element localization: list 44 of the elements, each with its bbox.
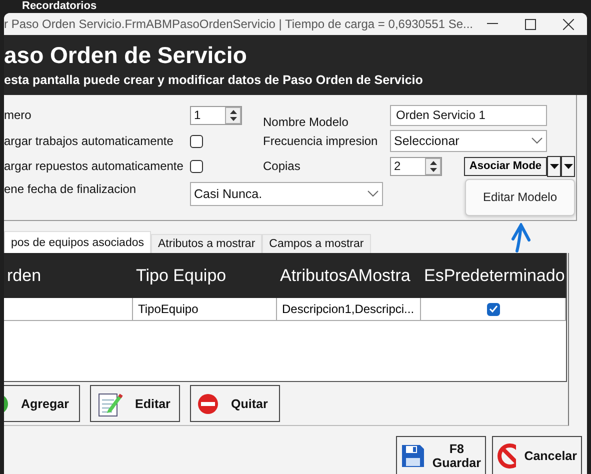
minus-circle-icon: [197, 392, 219, 414]
dropdown[interactable]: Seleccionar: [390, 130, 547, 152]
chevron-icon: [531, 137, 543, 146]
maximize-icon[interactable]: [524, 18, 536, 30]
window-title: r Paso Orden Servicio.FrmABMPasoOrdenServicio | Tiempo de carga = 0,6930551 Se...: [4, 17, 474, 31]
field-label: argar repuestos automaticamente: [4, 159, 184, 174]
checkbox[interactable]: [190, 134, 203, 148]
associate-button[interactable]: Asociar Mode: [464, 156, 547, 176]
field-label: argar trabajos automaticamente: [4, 134, 174, 148]
field-label: Frecuencia impresion: [263, 134, 379, 148]
minimize-icon[interactable]: [486, 23, 498, 25]
action-button[interactable]: Agregar: [4, 385, 80, 422]
field-label: Copias: [263, 159, 302, 174]
checkbox[interactable]: [486, 302, 500, 316]
close-icon[interactable]: [562, 18, 574, 30]
tab[interactable]: Campos a mostrar: [262, 234, 371, 253]
action-button[interactable]: Editar: [90, 385, 180, 422]
table-cell: TipoEquipo: [133, 298, 277, 320]
column-header: Tipo Equipo: [135, 264, 228, 286]
cancel-button[interactable]: Cancelar: [492, 436, 582, 474]
save-button[interactable]: F8 Guardar: [396, 436, 486, 474]
tab[interactable]: pos de equipos asociados: [4, 231, 151, 253]
field-label: Nombre Modelo: [263, 114, 350, 129]
checkbox[interactable]: [190, 160, 203, 173]
form-subtitle: esta pantalla puede crear y modificar datos de Paso Orden de Servicio: [4, 73, 424, 88]
prohibited-icon: [497, 443, 516, 469]
dropdown-button[interactable]: [547, 156, 561, 177]
background-window-title: Recordatorios: [22, 0, 97, 13]
dropdown[interactable]: Casi Nunca.: [190, 182, 383, 206]
number-spinner[interactable]: 1: [190, 106, 242, 125]
table-cell: Descripcion1,Descripci...: [277, 298, 421, 320]
column-header: EsPredeterminado: [423, 264, 566, 286]
tab[interactable]: Atributos a mostrar: [151, 234, 262, 253]
dropdown-button[interactable]: [561, 156, 575, 177]
column-header: AtributosAMostra: [279, 264, 412, 286]
text-field[interactable]: Orden Servicio 1: [390, 104, 547, 126]
menu-item[interactable]: Editar Modelo: [465, 178, 575, 216]
field-label: ene fecha de finalizacion: [4, 180, 138, 196]
action-button[interactable]: Quitar: [190, 385, 280, 422]
column-header: rden: [6, 264, 42, 286]
field-label: mero: [4, 108, 32, 122]
form-title: aso Orden de Servicio: [4, 42, 248, 70]
chevron-icon: [367, 190, 379, 198]
number-spinner[interactable]: 2: [390, 156, 442, 176]
